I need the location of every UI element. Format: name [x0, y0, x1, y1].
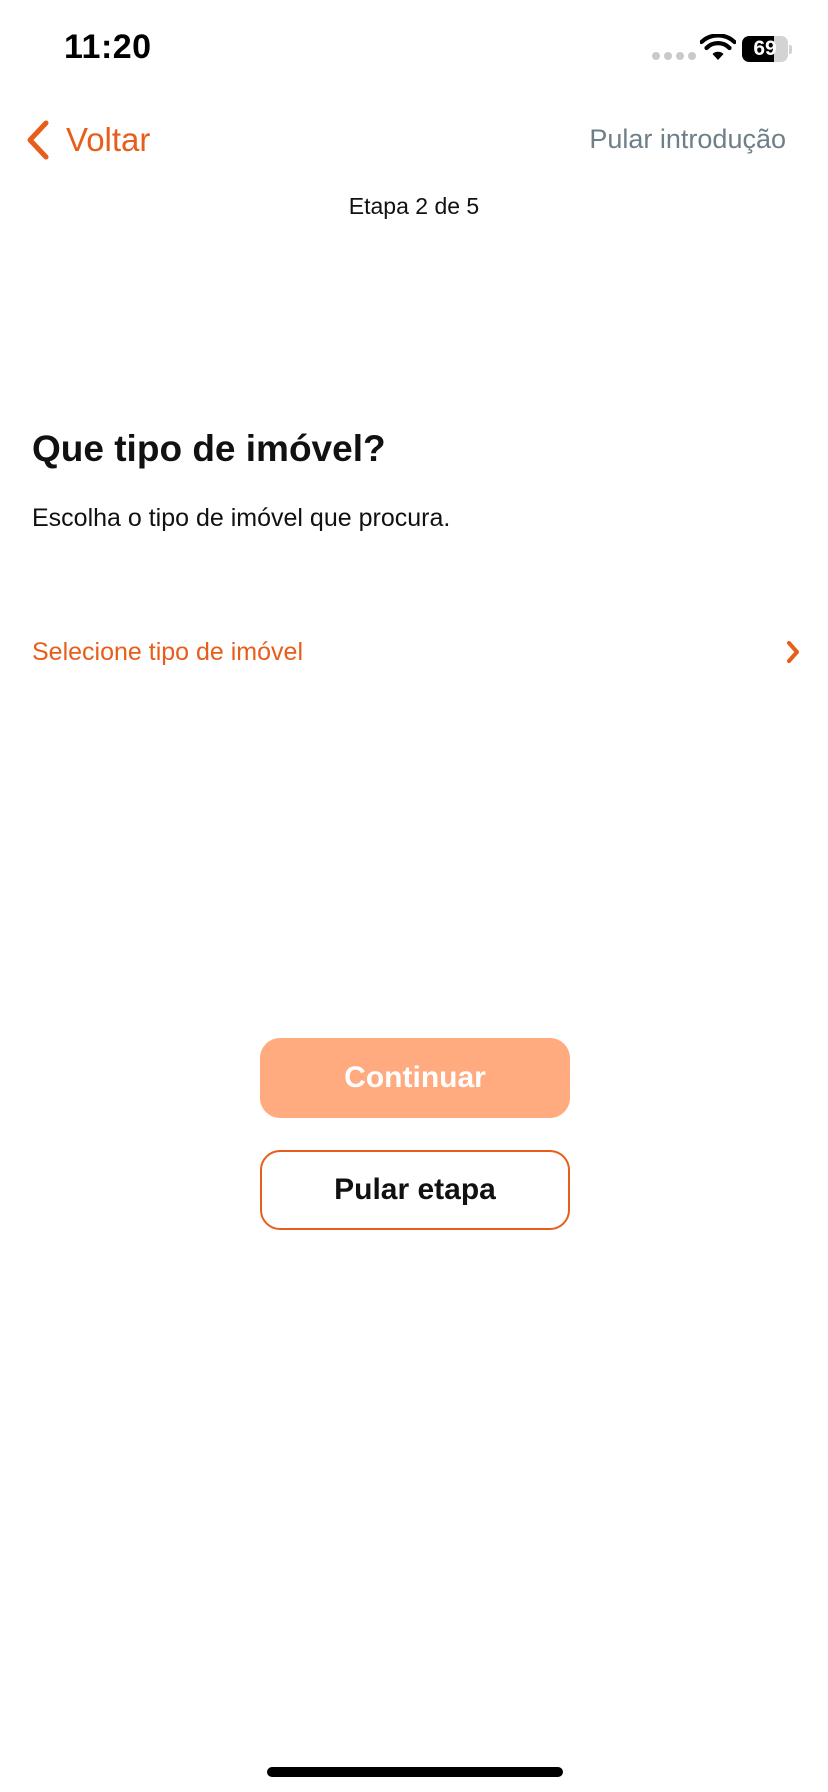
home-indicator[interactable] — [267, 1767, 563, 1777]
chevron-right-icon — [787, 641, 799, 663]
battery-icon: 69 — [742, 36, 792, 64]
page-title: Que tipo de imóvel? — [32, 428, 386, 469]
back-label: Voltar — [66, 121, 151, 158]
property-type-select-label: Selecione tipo de imóvel — [32, 637, 303, 666]
back-button[interactable]: Voltar — [24, 112, 150, 168]
property-type-select[interactable]: Selecione tipo de imóvel — [32, 628, 802, 676]
skip-step-button[interactable]: Pular etapa — [260, 1150, 570, 1230]
status-bar: 11:20 69 — [0, 0, 828, 100]
chevron-left-icon — [27, 120, 49, 160]
battery-level: 69 — [753, 37, 777, 60]
skip-intro-link[interactable]: Pular introdução — [589, 124, 786, 155]
page-subtitle: Escolha o tipo de imóvel que procura. — [32, 504, 451, 532]
continue-button[interactable]: Continuar — [260, 1038, 570, 1118]
wifi-icon — [700, 34, 736, 60]
signal-icon — [652, 52, 696, 60]
step-indicator: Etapa 2 de 5 — [348, 193, 480, 219]
status-time: 11:20 — [64, 28, 152, 66]
